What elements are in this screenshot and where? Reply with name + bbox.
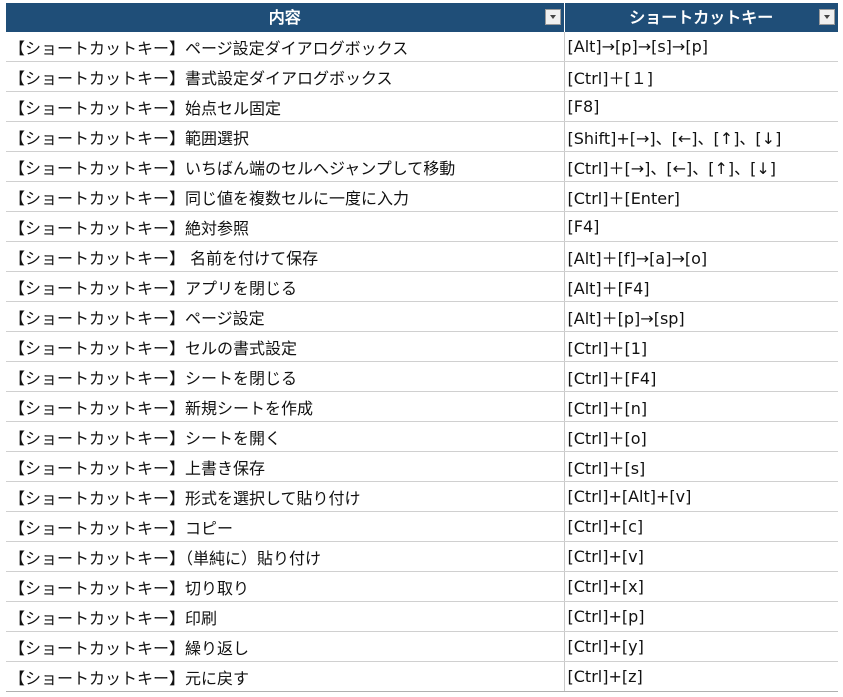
shortcut-cell[interactable]: [F8] <box>564 91 838 122</box>
content-cell[interactable]: 【ショートカットキー】印刷 <box>6 601 565 632</box>
content-cell[interactable]: 【ショートカットキー】書式設定ダイアログボックス <box>6 61 565 92</box>
column-header-shortcut: ショートカットキー <box>564 3 838 32</box>
shortcut-cell[interactable]: [Ctrl]＋[s] <box>564 451 838 482</box>
column-header-content-label: 内容 <box>268 8 301 27</box>
shortcut-cell[interactable]: [Ctrl]＋[o] <box>564 421 838 452</box>
table-row: 【ショートカットキー】元に戻す [Ctrl]+[z] <box>6 661 838 692</box>
table-row: 【ショートカットキー】セルの書式設定 [Ctrl]＋[1] <box>6 331 838 362</box>
content-cell[interactable]: 【ショートカットキー】セルの書式設定 <box>6 331 565 362</box>
shortcut-cell[interactable]: [Ctrl]+[c] <box>564 511 838 542</box>
shortcut-cell[interactable]: [Alt]→[p]→[s]→[p] <box>564 32 838 62</box>
content-cell[interactable]: 【ショートカットキー】（単純に）貼り付け <box>6 541 565 572</box>
table-row: 【ショートカットキー】繰り返し [Ctrl]+[y] <box>6 631 838 662</box>
table-row: 【ショートカットキー】上書き保存 [Ctrl]＋[s] <box>6 451 838 482</box>
shortcut-cell[interactable]: [Ctrl]＋[→]、[←]、[↑]、[↓] <box>564 151 838 182</box>
shortcut-cell[interactable]: [Alt]＋[F4] <box>564 271 838 302</box>
shortcut-cell[interactable]: [Ctrl]＋[n] <box>564 391 838 422</box>
content-cell[interactable]: 【ショートカットキー】始点セル固定 <box>6 91 565 122</box>
content-cell[interactable]: 【ショートカットキー】ページ設定ダイアログボックス <box>6 32 565 62</box>
shortcut-cell[interactable]: [Ctrl]+[v] <box>564 541 838 572</box>
table-row: 【ショートカットキー】始点セル固定 [F8] <box>6 91 838 122</box>
content-cell[interactable]: 【ショートカットキー】いちばん端のセルへジャンプして移動 <box>6 151 565 182</box>
content-cell[interactable]: 【ショートカットキー】形式を選択して貼り付け <box>6 481 565 512</box>
content-cell[interactable]: 【ショートカットキー】元に戻す <box>6 661 565 692</box>
content-cell[interactable]: 【ショートカットキー】絶対参照 <box>6 211 565 242</box>
shortcut-cell[interactable]: [Alt]＋[f]→[a]→[o] <box>564 241 838 272</box>
table-row: 【ショートカットキー】ページ設定 [Alt]＋[p]→[sp] <box>6 301 838 332</box>
table-row: 【ショートカットキー】切り取り [Ctrl]+[x] <box>6 571 838 602</box>
table-row: 【ショートカットキー】（単純に）貼り付け [Ctrl]+[v] <box>6 541 838 572</box>
filter-dropdown-icon[interactable] <box>544 9 561 25</box>
table-row: 【ショートカットキー】ページ設定ダイアログボックス [Alt]→[p]→[s]→[… <box>6 32 838 62</box>
shortcut-cell[interactable]: [Ctrl]＋[F4] <box>564 361 838 392</box>
table-row: 【ショートカットキー】シートを開く [Ctrl]＋[o] <box>6 421 838 452</box>
shortcut-cell[interactable]: [Ctrl]+[z] <box>564 661 838 692</box>
filter-dropdown-icon[interactable] <box>819 9 835 25</box>
content-cell[interactable]: 【ショートカットキー】切り取り <box>6 571 565 602</box>
table-row: 【ショートカットキー】 名前を付けて保存 [Alt]＋[f]→[a]→[o] <box>6 241 838 272</box>
shortcut-cell[interactable]: [Alt]＋[p]→[sp] <box>564 301 838 332</box>
content-cell[interactable]: 【ショートカットキー】シートを閉じる <box>6 361 565 392</box>
shortcut-table-sheet: 内容 ショートカットキー 【ショートカットキー】ページ設定ダイアログボックス [A… <box>6 3 838 692</box>
content-cell[interactable]: 【ショートカットキー】シートを開く <box>6 421 565 452</box>
shortcut-cell[interactable]: [Ctrl]＋[１] <box>564 61 838 92</box>
content-cell[interactable]: 【ショートカットキー】アプリを閉じる <box>6 271 565 302</box>
content-cell[interactable]: 【ショートカットキー】ページ設定 <box>6 301 565 332</box>
shortcut-cell[interactable]: [Ctrl]＋[Enter] <box>564 181 838 212</box>
table-row: 【ショートカットキー】コピー [Ctrl]+[c] <box>6 511 838 542</box>
shortcut-cell[interactable]: [F4] <box>564 211 838 242</box>
content-cell[interactable]: 【ショートカットキー】同じ値を複数セルに一度に入力 <box>6 181 565 212</box>
shortcut-cell[interactable]: [Ctrl]+[p] <box>564 601 838 632</box>
content-cell[interactable]: 【ショートカットキー】上書き保存 <box>6 451 565 482</box>
content-cell[interactable]: 【ショートカットキー】範囲選択 <box>6 121 565 152</box>
shortcut-cell[interactable]: [Ctrl]+[y] <box>564 631 838 662</box>
table-row: 【ショートカットキー】印刷 [Ctrl]+[p] <box>6 601 838 632</box>
shortcut-cell[interactable]: [Ctrl]＋[1] <box>564 331 838 362</box>
shortcut-cell[interactable]: [Ctrl]+[Alt]+[v] <box>564 481 838 512</box>
table-row: 【ショートカットキー】同じ値を複数セルに一度に入力 [Ctrl]＋[Enter] <box>6 181 838 212</box>
table-row: 【ショートカットキー】アプリを閉じる [Alt]＋[F4] <box>6 271 838 302</box>
shortcut-table: 内容 ショートカットキー 【ショートカットキー】ページ設定ダイアログボックス [A… <box>6 3 838 692</box>
table-row: 【ショートカットキー】形式を選択して貼り付け [Ctrl]+[Alt]+[v] <box>6 481 838 512</box>
column-header-content: 内容 <box>6 3 565 32</box>
shortcut-cell[interactable]: [Ctrl]+[x] <box>564 571 838 602</box>
table-row: 【ショートカットキー】書式設定ダイアログボックス [Ctrl]＋[１] <box>6 61 838 92</box>
table-row: 【ショートカットキー】いちばん端のセルへジャンプして移動 [Ctrl]＋[→]、[… <box>6 151 838 182</box>
content-cell[interactable]: 【ショートカットキー】新規シートを作成 <box>6 391 565 422</box>
content-cell[interactable]: 【ショートカットキー】コピー <box>6 511 565 542</box>
content-cell[interactable]: 【ショートカットキー】 名前を付けて保存 <box>6 241 565 272</box>
column-header-shortcut-label: ショートカットキー <box>629 8 774 27</box>
header-row: 内容 ショートカットキー <box>6 3 838 32</box>
shortcut-cell[interactable]: [Shift]+[→]、[←]、[↑]、[↓] <box>564 121 838 152</box>
table-row: 【ショートカットキー】シートを閉じる [Ctrl]＋[F4] <box>6 361 838 392</box>
table-row: 【ショートカットキー】新規シートを作成 [Ctrl]＋[n] <box>6 391 838 422</box>
content-cell[interactable]: 【ショートカットキー】繰り返し <box>6 631 565 662</box>
table-row: 【ショートカットキー】絶対参照 [F4] <box>6 211 838 242</box>
table-row: 【ショートカットキー】範囲選択 [Shift]+[→]、[←]、[↑]、[↓] <box>6 121 838 152</box>
